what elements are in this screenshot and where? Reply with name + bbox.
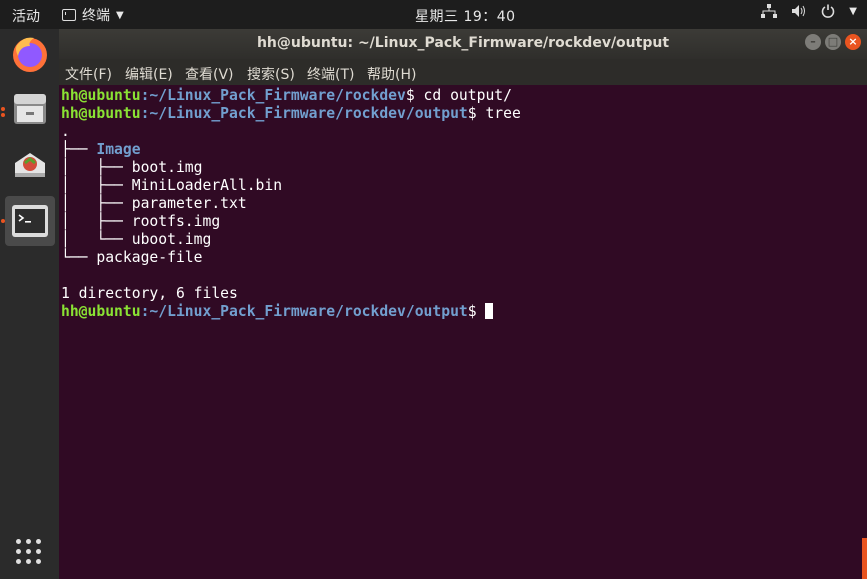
tree-file: │ ├── boot.img	[61, 159, 203, 176]
show-applications-icon[interactable]	[16, 539, 42, 565]
window-title: hh@ubuntu: ~/Linux_Pack_Firmware/rockdev…	[256, 35, 670, 51]
tree-dir-line: ├── Image	[61, 141, 141, 159]
terminal-launcher[interactable]	[5, 196, 55, 246]
chevron-down-icon[interactable]: ▼	[849, 6, 857, 17]
prompt-path: :~/Linux_Pack_Firmware/rockdev	[140, 87, 406, 104]
software-icon	[15, 153, 45, 177]
menu-file[interactable]: 文件(F)	[65, 64, 112, 84]
tree-summary: 1 directory, 6 files	[61, 285, 238, 302]
scrollbar-indicator[interactable]	[862, 538, 867, 579]
volume-icon[interactable]	[791, 4, 807, 18]
terminal-line: hh@ubuntu:~/Linux_Pack_Firmware/rockdev/…	[61, 105, 521, 123]
prompt-user: hh@ubuntu	[61, 303, 141, 320]
running-indicator	[1, 219, 5, 223]
prompt-path: :~/Linux_Pack_Firmware/rockdev/output	[140, 303, 468, 320]
chevron-down-icon: ▼	[116, 9, 124, 21]
maximize-button[interactable]: □	[825, 34, 841, 50]
tree-root: .	[61, 123, 70, 140]
tree-branch: ├──	[61, 141, 97, 158]
command-text: $ cd output/	[405, 87, 512, 104]
activities-button[interactable]: 活动	[12, 6, 40, 26]
tree-file: │ ├── rootfs.img	[61, 213, 221, 230]
terminal-icon	[12, 205, 48, 237]
terminal-output[interactable]: hh@ubuntu:~/Linux_Pack_Firmware/rockdev$…	[59, 85, 867, 579]
app-menu-label: 终端	[82, 8, 110, 24]
prompt-user: hh@ubuntu	[61, 87, 141, 104]
command-text: $ tree	[467, 105, 521, 122]
menu-search[interactable]: 搜索(S)	[247, 64, 295, 84]
dock	[0, 29, 59, 579]
firefox-launcher[interactable]	[5, 29, 55, 79]
system-tray[interactable]: ▼	[761, 4, 857, 18]
prompt-user: hh@ubuntu	[61, 105, 141, 122]
terminal-line: hh@ubuntu:~/Linux_Pack_Firmware/rockdev$…	[61, 87, 512, 105]
menu-help[interactable]: 帮助(H)	[367, 64, 416, 84]
terminal-line: hh@ubuntu:~/Linux_Pack_Firmware/rockdev/…	[61, 303, 494, 321]
close-button[interactable]: ×	[845, 34, 861, 50]
tree-file: └── package-file	[61, 249, 203, 266]
firefox-icon	[13, 37, 47, 72]
window-controls: – □ ×	[805, 34, 861, 50]
network-icon[interactable]	[761, 4, 778, 18]
window-titlebar[interactable]: hh@ubuntu: ~/Linux_Pack_Firmware/rockdev…	[59, 29, 867, 59]
menu-edit[interactable]: 编辑(E)	[125, 64, 173, 84]
tree-file: │ └── uboot.img	[61, 231, 212, 248]
menu-bar: 文件(F) 编辑(E) 查看(V) 搜索(S) 终端(T) 帮助(H)	[59, 59, 867, 85]
clock[interactable]: 星期三 19：40	[415, 6, 516, 26]
tree-file: │ ├── parameter.txt	[61, 195, 247, 212]
minimize-button[interactable]: –	[805, 34, 821, 50]
menu-view[interactable]: 查看(V)	[185, 64, 234, 84]
terminal-small-icon	[62, 9, 76, 21]
tree-dir-name: Image	[96, 141, 141, 158]
text-cursor	[485, 303, 494, 319]
files-launcher[interactable]	[5, 84, 55, 134]
top-bar: 活动 终端 ▼ 星期三 19：40 ▼	[0, 0, 867, 29]
power-icon[interactable]	[821, 4, 835, 18]
prompt-path: :~/Linux_Pack_Firmware/rockdev/output	[140, 105, 468, 122]
files-icon	[14, 94, 46, 124]
software-launcher[interactable]	[5, 139, 55, 189]
menu-terminal[interactable]: 终端(T)	[307, 64, 354, 84]
tree-file: │ ├── MiniLoaderAll.bin	[61, 177, 283, 194]
prompt-symbol: $	[467, 303, 486, 320]
app-menu[interactable]: 终端 ▼	[62, 5, 124, 25]
